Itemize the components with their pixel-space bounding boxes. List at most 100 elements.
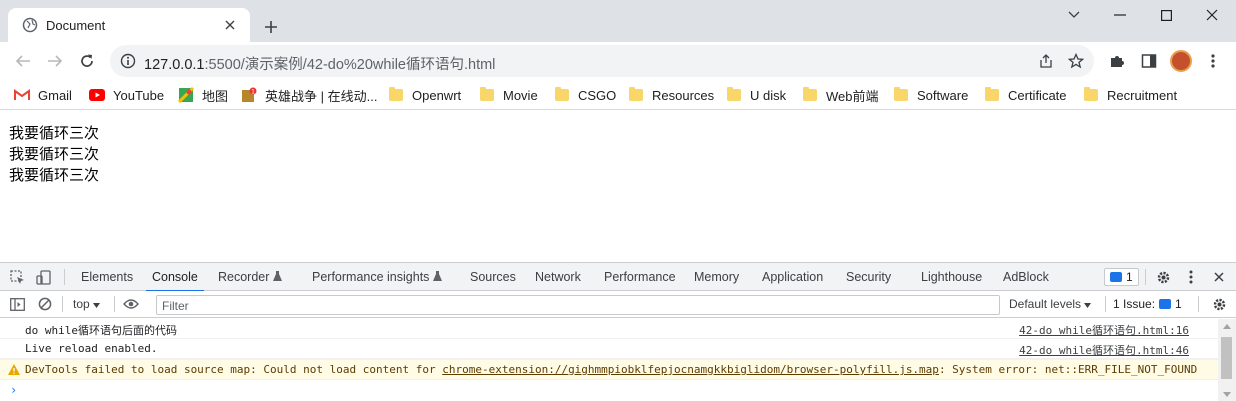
inspect-element-icon[interactable] [8,268,26,286]
console-prompt-icon[interactable]: › [10,383,17,397]
bookmark-folder-movie[interactable]: Movie [479,86,538,104]
browser-toolbar: 127.0.0.1:5500/演示案例/42-do%20while循环语句.ht… [0,42,1236,80]
issue-label: 1 Issue: [1113,297,1156,311]
new-tab-button[interactable] [258,14,284,40]
warning-suffix: : System error: net::ERR_FILE_NOT_FOUND [938,363,1198,376]
message-source-link[interactable]: 42-do while循环语句.html:46 [1019,342,1189,358]
bookmark-folder-web[interactable]: Web前端 [802,86,879,104]
settings-gear-icon[interactable] [1154,268,1172,286]
log-levels-dropdown[interactable]: Default levels [1009,297,1092,311]
tab-security[interactable]: Security [846,263,891,291]
bookmark-label: YouTube [113,87,165,103]
tab-search-chevron-icon[interactable] [1051,0,1097,30]
info-icon[interactable] [118,51,138,71]
flask-icon [272,271,282,281]
url-path: :5500/演示案例/42-do%20while循环语句.html [204,57,496,73]
clear-console-icon[interactable] [36,295,54,313]
window-close-button[interactable] [1189,0,1235,30]
maximize-button[interactable] [1143,0,1189,30]
console-message: do while循环语句后面的代码 42-do while循环语句.html:1… [0,319,1218,339]
svg-text:1: 1 [251,89,255,96]
tab-performance[interactable]: Performance [604,263,676,291]
bookmark-folder-udisk[interactable]: U disk [726,86,786,104]
side-panel-icon[interactable] [1138,50,1160,72]
extensions-puzzle-icon[interactable] [1106,50,1128,72]
filter-input[interactable]: Filter [156,295,1000,315]
bookmark-label: Movie [503,87,538,103]
bookmark-folder-software[interactable]: Software [893,86,968,104]
back-button[interactable] [9,47,37,75]
chat-icon [1159,299,1172,309]
divider [64,269,65,285]
sidebar-toggle-icon[interactable] [8,295,26,313]
bookmark-hero-war[interactable]: 1 英雄战争 | 在线动... [241,86,377,104]
context-selector[interactable]: top [73,297,101,311]
console-settings-gear-icon[interactable] [1210,295,1228,313]
devtools-panel: Elements Console Recorder Performance in… [0,262,1236,401]
folder-icon [984,87,1000,103]
tab-lighthouse[interactable]: Lighthouse [921,263,982,291]
bookmark-label: Openwrt [412,87,462,103]
dropdown-arrow-icon [93,303,101,308]
bookmarks-bar: Gmail YouTube 地图 1 英雄战争 | 在线动... Openwrt… [0,80,1236,110]
bookmark-label: U disk [750,87,787,103]
scroll-up-arrow-icon[interactable] [1223,324,1231,329]
warning-prefix: DevTools failed to load source map: Coul… [25,363,443,376]
tab-application[interactable]: Application [762,263,823,291]
issue-count-button[interactable]: 1 Issue: 1 [1109,295,1186,313]
folder-icon [802,87,818,103]
live-expression-eye-icon[interactable] [122,295,140,313]
close-devtools-icon[interactable] [1210,268,1228,286]
share-icon[interactable] [1036,51,1056,71]
folder-icon [479,87,495,103]
bookmark-folder-openwrt[interactable]: Openwrt [388,86,461,104]
bookmark-label: Gmail [38,87,72,103]
message-source-link[interactable]: 42-do while循环语句.html:16 [1019,322,1189,338]
forward-button[interactable] [41,47,69,75]
tab-performance-insights[interactable]: Performance insights [312,263,442,291]
tab-sources[interactable]: Sources [470,263,516,291]
bookmark-gmail[interactable]: Gmail [14,86,72,104]
profile-avatar[interactable] [1170,50,1192,72]
tab-title: Document [46,17,106,33]
bookmark-youtube[interactable]: YouTube [89,86,164,104]
tab-network[interactable]: Network [535,263,581,291]
folder-icon [554,87,570,103]
scrollbar-thumb[interactable] [1221,337,1232,379]
scroll-down-arrow-icon[interactable] [1223,392,1231,397]
log-levels-label: Default levels [1009,297,1082,311]
bookmark-folder-csgo[interactable]: CSGO [554,86,616,104]
tab-performance-insights-label: Performance insights [312,270,430,284]
issues-badge[interactable]: 1 [1104,268,1139,286]
tab-recorder[interactable]: Recorder [218,263,282,291]
bookmark-label: Web前端 [826,88,879,104]
tab-adblock[interactable]: AdBlock [1003,263,1049,291]
tab-elements[interactable]: Elements [81,263,133,291]
warning-source-map-link[interactable]: chrome-extension://gighmmpiobklfepjocnam… [442,363,939,376]
bookmark-folder-resources[interactable]: Resources [628,86,714,104]
divider [62,296,63,312]
minimize-button[interactable] [1097,0,1143,30]
console-scrollbar[interactable] [1218,319,1236,401]
globe-icon [22,17,38,33]
message-text: Live reload enabled. [25,342,158,355]
gmail-icon [14,87,30,103]
more-options-icon[interactable] [1182,268,1200,286]
reload-button[interactable] [73,47,101,75]
address-bar[interactable]: 127.0.0.1:5500/演示案例/42-do%20while循环语句.ht… [110,45,1094,77]
menu-kebab-icon[interactable] [1202,50,1224,72]
close-icon[interactable] [220,15,240,35]
tab-memory[interactable]: Memory [694,263,739,291]
bookmark-folder-certificate[interactable]: Certificate [984,86,1067,104]
bookmark-star-icon[interactable] [1066,51,1086,71]
browser-tab[interactable]: Document [8,8,250,42]
device-toolbar-icon[interactable] [34,268,52,286]
issue-badge-count: 1 [1175,297,1182,311]
tab-console[interactable]: Console [146,263,204,292]
bookmark-folder-recruitment[interactable]: Recruitment [1083,86,1177,104]
bookmark-label: Recruitment [1107,87,1178,103]
bookmark-label: CSGO [578,87,617,103]
bookmark-label: 地图 [202,88,229,104]
bookmark-maps[interactable]: 地图 [178,86,228,104]
bookmark-label: Resources [652,87,715,103]
